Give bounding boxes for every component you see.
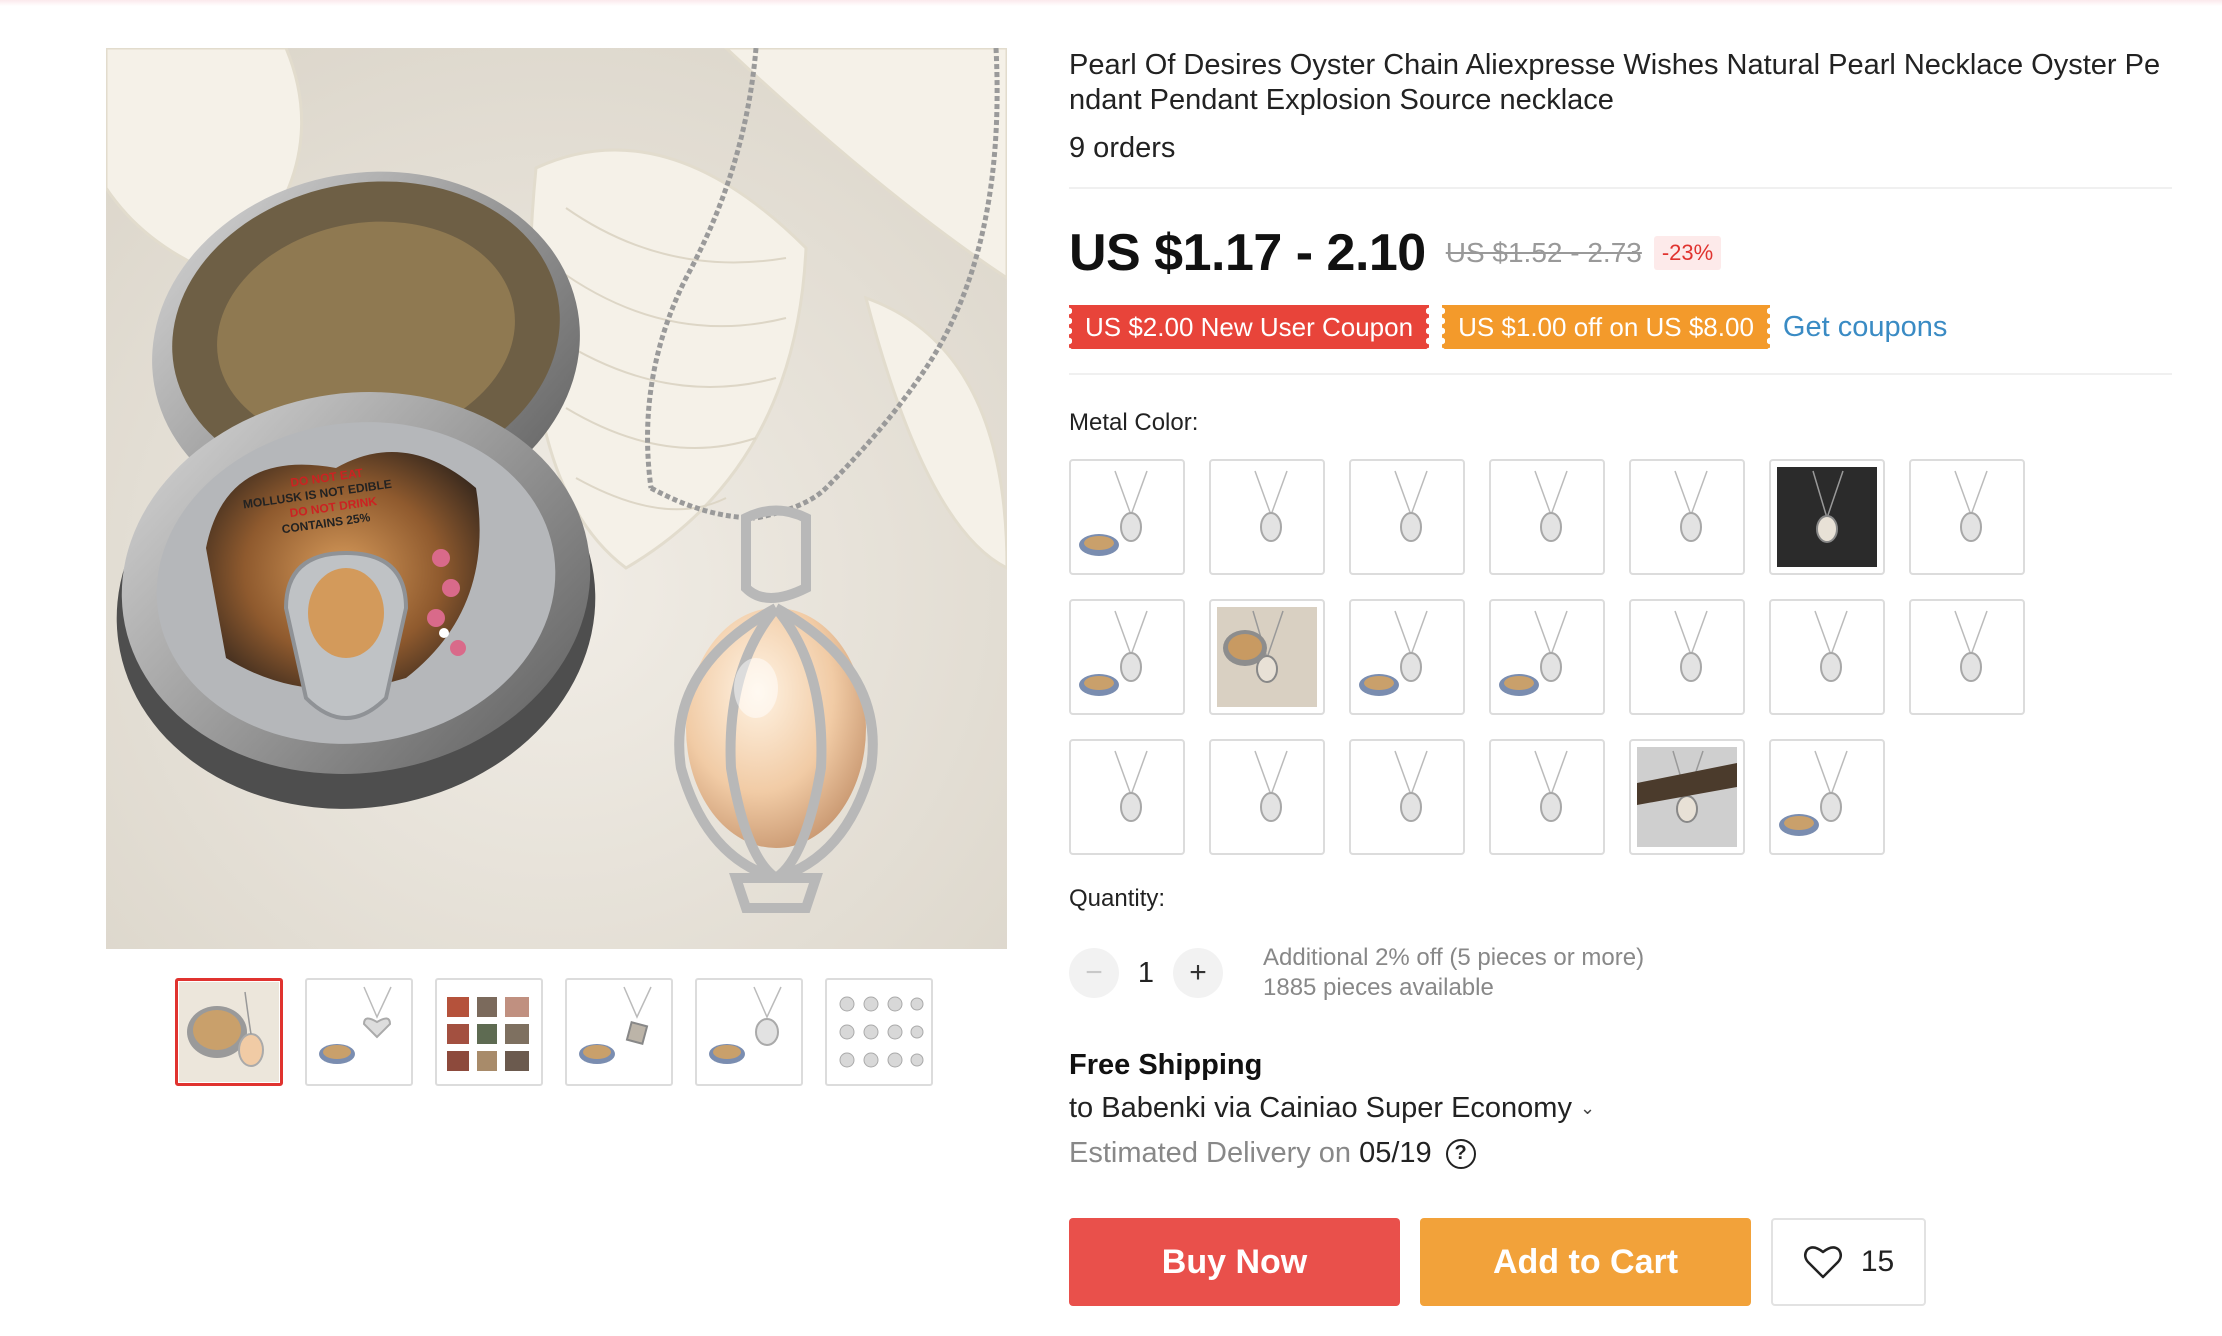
shipping-destination[interactable]: to Babenki via Cainiao Super Economy ⌄ (1069, 1092, 2172, 1125)
get-coupons-link[interactable]: Get coupons (1783, 311, 1947, 344)
heart-pendant-thumb (309, 982, 409, 1082)
metal-color-label: Metal Color: (1069, 409, 1199, 436)
thumbnail-cube-pendant[interactable] (565, 978, 673, 1086)
metal-color-option-photo-can[interactable] (1209, 599, 1325, 715)
bulk-discount-note: Additional 2% off (5 pieces or more) (1263, 944, 1645, 971)
metal-color-option-teardrop[interactable] (1629, 459, 1745, 575)
thumbnail-pendant-grid[interactable] (825, 978, 933, 1086)
flower-with-can-swatch-image (1359, 610, 1428, 696)
top-shadow (0, 0, 2222, 6)
quantity-label: Quantity: (1069, 885, 1166, 912)
quantity-value[interactable]: 1 (1119, 957, 1173, 990)
pendant-grid-thumb (829, 982, 929, 1082)
metal-color-option-cube-with-can[interactable] (1489, 599, 1605, 715)
heart-filigree-swatch-image (1674, 610, 1708, 682)
love-letters-swatch-image (1114, 750, 1148, 822)
quantity-increase-button[interactable]: + (1173, 948, 1223, 998)
thumbnail-heart-pendant[interactable] (305, 978, 413, 1086)
fairy-swatch-image (1254, 750, 1288, 822)
stock-available: 1885 pieces available (1263, 974, 1494, 1001)
metal-color-option-love-letters[interactable] (1069, 739, 1185, 855)
cat-swatch-image (1954, 610, 1988, 682)
wishlist-count: 15 (1860, 1245, 1895, 1278)
thumbnail-strip (175, 978, 933, 1086)
drop-swatch-image (1534, 470, 1568, 542)
thumbnail-turtle-pendant[interactable] (695, 978, 803, 1086)
metal-color-option-mermaid[interactable] (1209, 459, 1325, 575)
price-row: US $1.17 - 2.10 US $1.52 - 2.73 -23% (1069, 223, 2172, 283)
turtle-swatch-image (1394, 470, 1428, 542)
chevron-down-icon: ⌄ (1579, 1098, 1596, 1118)
help-icon[interactable]: ? (1445, 1138, 1476, 1169)
elephant-swatch-image (1394, 750, 1428, 822)
turtle-pendant-thumb (699, 982, 799, 1082)
quantity-decrease-button[interactable]: − (1069, 948, 1119, 998)
metal-color-option-heart-filigree[interactable] (1629, 599, 1745, 715)
thumbnail-oyster-can[interactable] (175, 978, 283, 1086)
cube-pendant-thumb (569, 982, 669, 1082)
metal-color-option-flower-small[interactable] (1769, 599, 1885, 715)
shipping-destination-text: to Babenki via Cainiao Super Economy (1069, 1092, 1572, 1124)
thumbnail-collage[interactable] (435, 978, 543, 1086)
photo-can-swatch-image (1217, 607, 1317, 707)
divider (1069, 187, 2172, 189)
metal-color-option-oval-with-can[interactable] (1769, 739, 1885, 855)
metal-color-option-heart[interactable] (1909, 459, 2025, 575)
metal-color-option-cat[interactable] (1909, 599, 2025, 715)
product-info: Pearl Of Desires Oyster Chain Aliexpress… (1065, 48, 2172, 1306)
heart-cage-with-can-swatch-image (1079, 610, 1148, 696)
action-buttons: Buy Now Add to Cart 15 (1069, 1218, 2172, 1306)
heart-with-can-swatch-image (1079, 470, 1148, 556)
metal-color-option-flower-with-can[interactable] (1349, 599, 1465, 715)
metal-color-swatches (1069, 459, 2172, 855)
heart-icon (1803, 1246, 1842, 1279)
divider (1069, 373, 2172, 375)
new-user-coupon[interactable]: US $2.00 New User Coupon (1065, 305, 1433, 349)
metal-color-option-drop[interactable] (1489, 459, 1605, 575)
main-product-image[interactable]: DO NOT EAT MOLLUSK IS NOT EDIBLE DO NOT … (106, 48, 1007, 949)
collage-thumb (439, 982, 539, 1082)
heart-swatch-image (1954, 470, 1988, 542)
coupon-row: US $2.00 New User Coupon US $1.00 off on… (1065, 305, 2172, 349)
metal-color-option-turtle[interactable] (1349, 459, 1465, 575)
oval-with-can-swatch-image (1779, 750, 1848, 836)
quantity-notes: Additional 2% off (5 pieces or more) 188… (1263, 943, 1644, 1003)
current-price: US $1.17 - 2.10 (1069, 224, 1426, 282)
metal-color-option-fairy[interactable] (1209, 739, 1325, 855)
photo-dark-swatch-image (1777, 467, 1877, 567)
metal-color-option-photo-beach[interactable] (1629, 739, 1745, 855)
metal-color-option-heart-cage-with-can[interactable] (1069, 599, 1185, 715)
metal-color-option-elephant[interactable] (1349, 739, 1465, 855)
metal-color-option-cross[interactable] (1489, 739, 1605, 855)
flower-small-swatch-image (1814, 610, 1848, 682)
estimated-delivery-label: Estimated Delivery on (1069, 1137, 1352, 1169)
metal-color-option-heart-with-can[interactable] (1069, 459, 1185, 575)
cross-swatch-image (1534, 750, 1568, 822)
teardrop-swatch-image (1674, 470, 1708, 542)
original-price: US $1.52 - 2.73 (1445, 237, 1642, 268)
oyster-pearl-cage-necklace-image: DO NOT EAT MOLLUSK IS NOT EDIBLE DO NOT … (106, 48, 1007, 949)
oyster-can-pendant-thumb (179, 982, 279, 1082)
estimated-delivery: Estimated Delivery on 05/19 ? (1069, 1137, 2172, 1170)
mermaid-swatch-image (1254, 470, 1288, 542)
quantity-stepper: − 1 + Additional 2% off (5 pieces or mor… (1069, 943, 2172, 1003)
order-count: 9 orders (1069, 132, 1176, 164)
metal-color-option-photo-dark[interactable] (1769, 459, 1885, 575)
shipping-title: Free Shipping (1069, 1049, 1263, 1081)
photo-beach-swatch-image (1637, 747, 1737, 847)
discount-badge: -23% (1653, 236, 1722, 270)
delivery-date: 05/19 (1359, 1137, 1432, 1169)
spend-off-coupon[interactable]: US $1.00 off on US $8.00 (1439, 305, 1773, 349)
cube-with-can-swatch-image (1499, 610, 1568, 696)
product-title: Pearl Of Desires Oyster Chain Aliexpress… (1069, 49, 2161, 116)
add-to-cart-button[interactable]: Add to Cart (1420, 1218, 1751, 1306)
wishlist-button[interactable]: 15 (1771, 1218, 1926, 1306)
buy-now-button[interactable]: Buy Now (1069, 1218, 1400, 1306)
